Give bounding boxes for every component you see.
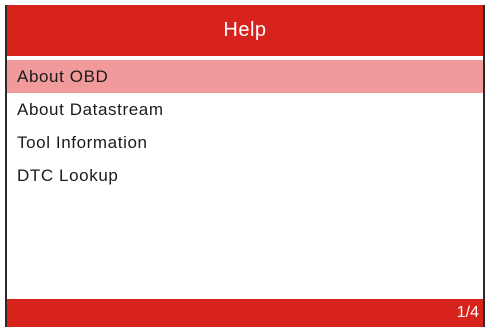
menu-item-about-datastream[interactable]: About Datastream bbox=[7, 93, 483, 126]
menu-item-tool-information[interactable]: Tool Information bbox=[7, 126, 483, 159]
menu-item-dtc-lookup[interactable]: DTC Lookup bbox=[7, 159, 483, 192]
help-menu: About OBD About Datastream Tool Informat… bbox=[7, 60, 483, 192]
menu-item-about-obd[interactable]: About OBD bbox=[7, 60, 483, 93]
title-bar: Help bbox=[7, 5, 483, 56]
status-bar: 1/4 bbox=[7, 299, 483, 327]
page-indicator: 1/4 bbox=[456, 304, 479, 321]
screen-title: Help bbox=[223, 19, 267, 41]
device-screen: Help About OBD About Datastream Tool Inf… bbox=[5, 5, 485, 327]
